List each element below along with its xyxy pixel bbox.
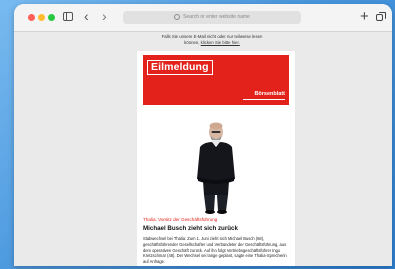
banner-title: Eilmeldung bbox=[147, 60, 213, 75]
person-image bbox=[197, 122, 235, 214]
close-window-button[interactable] bbox=[28, 14, 35, 21]
email-notice: Falls Sie unsere E-Mail nicht oder nur t… bbox=[134, 34, 290, 46]
plus-icon[interactable]: + bbox=[360, 9, 369, 24]
zoom-window-button[interactable] bbox=[48, 14, 55, 21]
brand-logo: Börsenblatt bbox=[254, 91, 285, 97]
chevron-right-icon[interactable]: › bbox=[102, 9, 107, 23]
tabs-overview-icon[interactable] bbox=[376, 12, 386, 21]
portrait-photo bbox=[143, 105, 289, 215]
brand-underline bbox=[243, 99, 285, 100]
view-online-link[interactable]: klicken Sie bitte hier. bbox=[201, 40, 240, 45]
breaking-news-banner: Eilmeldung Börsenblatt bbox=[143, 55, 289, 105]
article-headline[interactable]: Michael Busch zieht sich zurück bbox=[143, 225, 238, 232]
address-placeholder: Search or enter website name bbox=[183, 14, 250, 20]
article-kicker: Thalia: Vorsitz der Geschäftsführung bbox=[143, 217, 218, 222]
newsletter-card: Eilmeldung Börsenblatt Thalia: Vorsitz d… bbox=[137, 51, 295, 266]
minimize-window-button[interactable] bbox=[38, 14, 45, 21]
browser-toolbar: ‹ › Search or enter website name + bbox=[14, 4, 392, 32]
search-icon bbox=[174, 13, 181, 20]
chevron-left-icon[interactable]: ‹ bbox=[84, 9, 89, 23]
browser-window: ‹ › Search or enter website name + Falls… bbox=[14, 4, 392, 266]
article-body: Stabwechsel bei Thalia: Zum 1. Juni zieh… bbox=[143, 236, 287, 265]
notice-line-2: können, klicken Sie bitte hier. bbox=[134, 40, 290, 46]
notice-prefix: können, bbox=[184, 40, 201, 45]
web-content: Falls Sie unsere E-Mail nicht oder nur t… bbox=[14, 32, 392, 266]
sidebar-icon[interactable] bbox=[63, 12, 73, 21]
address-bar[interactable]: Search or enter website name bbox=[123, 11, 301, 24]
